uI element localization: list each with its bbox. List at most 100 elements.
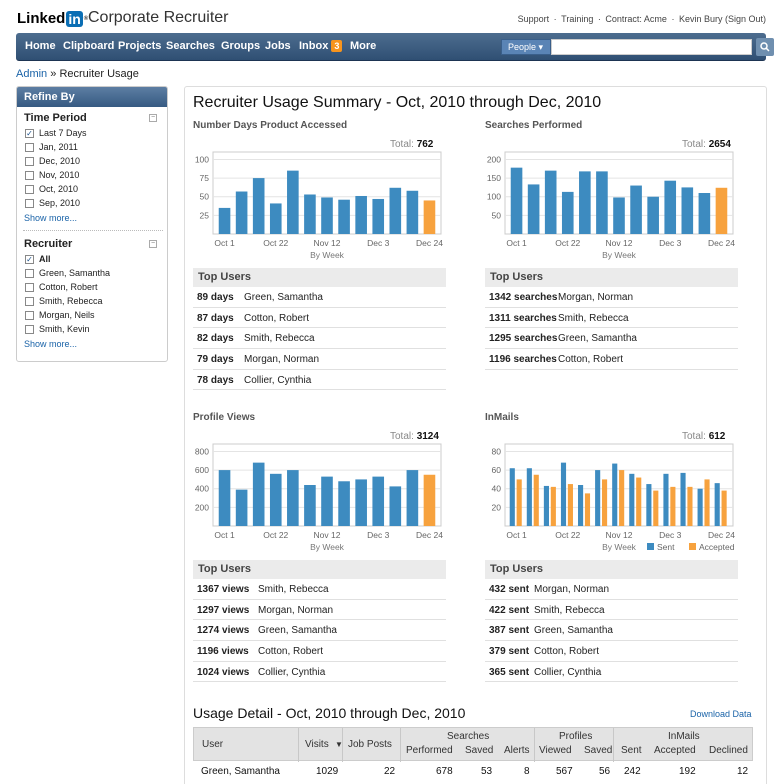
top-user-name[interactable]: Cotton, Robert — [244, 313, 309, 328]
bar[interactable] — [389, 187, 402, 234]
bar[interactable] — [715, 187, 728, 234]
bar[interactable] — [406, 470, 419, 526]
bar[interactable] — [423, 200, 436, 234]
bar[interactable] — [304, 194, 316, 234]
bar[interactable] — [636, 477, 642, 526]
top-user-name[interactable]: Green, Samantha — [534, 625, 613, 640]
top-user-name[interactable]: Cotton, Robert — [558, 354, 623, 369]
bar[interactable] — [681, 187, 694, 234]
col-job-posts[interactable]: Job Posts — [348, 739, 392, 750]
bar[interactable] — [595, 470, 601, 526]
list-item[interactable]: 1342 searches Morgan, Norman — [485, 287, 738, 308]
download-data-link[interactable]: Download Data — [690, 709, 752, 719]
list-item[interactable]: 365 sent Collier, Cynthia — [485, 662, 738, 683]
bar[interactable] — [663, 473, 669, 526]
checkbox[interactable] — [25, 324, 34, 334]
breadcrumb-admin[interactable]: Admin — [16, 68, 47, 80]
bar[interactable] — [560, 462, 567, 526]
top-user-name[interactable]: Smith, Rebecca — [534, 605, 605, 620]
list-item[interactable]: 87 days Cotton, Robert — [193, 308, 446, 329]
col-visits[interactable]: Visits — [305, 739, 329, 750]
bar[interactable] — [516, 479, 522, 526]
bar[interactable] — [235, 489, 248, 526]
checkbox[interactable] — [25, 296, 34, 306]
bar[interactable] — [269, 203, 282, 234]
top-user-name[interactable]: Cotton, Robert — [258, 646, 323, 661]
bar[interactable] — [714, 483, 720, 526]
bar[interactable] — [338, 199, 350, 234]
bar[interactable] — [372, 476, 385, 526]
list-item[interactable]: 78 days Collier, Cynthia — [193, 370, 446, 391]
list-item[interactable]: 1274 views Green, Samantha — [193, 620, 446, 642]
bar[interactable] — [372, 198, 385, 234]
col-accepted[interactable]: Accepted — [654, 745, 696, 756]
recruiter-option[interactable]: ✓ All — [25, 254, 51, 264]
top-user-name[interactable]: Green, Samantha — [558, 333, 637, 348]
top-user-name[interactable]: Morgan, Norman — [244, 354, 319, 369]
col-user[interactable]: User — [202, 739, 223, 750]
checkbox[interactable] — [25, 156, 34, 166]
list-item[interactable]: 1297 views Morgan, Norman — [193, 600, 446, 621]
bar[interactable] — [406, 190, 419, 234]
checkbox[interactable]: ✓ — [25, 128, 34, 138]
list-item[interactable]: 79 days Morgan, Norman — [193, 349, 446, 370]
time_period-option[interactable]: Dec, 2010 — [25, 156, 80, 166]
recruiter-option[interactable]: Green, Samantha — [25, 268, 110, 278]
bar[interactable] — [629, 473, 635, 526]
list-item[interactable]: 379 sent Cotton, Robert — [485, 641, 738, 662]
linkedin-logo[interactable]: Linked in ® — [17, 10, 88, 27]
bar[interactable] — [550, 486, 556, 526]
training-link[interactable]: Training — [561, 14, 593, 24]
search-input[interactable] — [551, 39, 752, 55]
bar[interactable] — [704, 479, 710, 526]
bar[interactable] — [561, 191, 574, 234]
search-button[interactable] — [756, 38, 774, 56]
support-link[interactable]: Support — [518, 14, 550, 24]
bar[interactable] — [321, 197, 333, 234]
top-user-name[interactable]: Green, Samantha — [258, 625, 337, 640]
bar[interactable] — [355, 479, 367, 526]
bar[interactable] — [687, 486, 693, 526]
bar[interactable] — [338, 481, 350, 526]
checkbox[interactable] — [25, 142, 34, 152]
checkbox[interactable]: ✓ — [25, 254, 34, 264]
list-item[interactable]: 387 sent Green, Samantha — [485, 620, 738, 642]
list-item[interactable]: 1196 searches Cotton, Robert — [485, 349, 738, 370]
bar[interactable] — [287, 170, 299, 234]
list-item[interactable]: 82 days Smith, Rebecca — [193, 328, 446, 350]
col-sent[interactable]: Sent — [621, 745, 642, 756]
bar[interactable] — [670, 486, 676, 526]
list-item[interactable]: 1196 views Cotton, Robert — [193, 641, 446, 662]
time_period-option[interactable]: Sep, 2010 — [25, 198, 80, 208]
time_period-option[interactable]: Nov, 2010 — [25, 170, 79, 180]
nav-jobs[interactable]: Jobs — [265, 40, 291, 52]
bar[interactable] — [613, 197, 625, 234]
top-user-name[interactable]: Collier, Cynthia — [534, 667, 601, 682]
top-user-name[interactable]: Smith, Rebecca — [244, 333, 315, 348]
bar[interactable] — [304, 485, 316, 526]
bar[interactable] — [646, 484, 652, 526]
checkbox[interactable] — [25, 282, 34, 292]
bar[interactable] — [721, 490, 727, 526]
bar[interactable] — [252, 462, 265, 526]
collapse-recruiter-icon[interactable]: − — [149, 240, 157, 248]
top-user-name[interactable]: Morgan, Norman — [534, 584, 609, 599]
recruiter-show-more[interactable]: Show more... — [24, 339, 77, 349]
bar[interactable] — [533, 474, 539, 526]
bar[interactable] — [584, 493, 591, 526]
top-user-name[interactable]: Cotton, Robert — [534, 646, 599, 661]
col-declined[interactable]: Declined — [709, 745, 748, 756]
sign-out-link[interactable]: Kevin Bury (Sign Out) — [679, 14, 766, 24]
bar[interactable] — [287, 470, 299, 526]
contract-link[interactable]: Contract: Acme — [605, 14, 667, 24]
list-item[interactable]: 1295 searches Green, Samantha — [485, 328, 738, 350]
time-period-show-more[interactable]: Show more... — [24, 213, 77, 223]
bar[interactable] — [510, 167, 523, 234]
time_period-option[interactable]: Jan, 2011 — [25, 142, 78, 152]
bar[interactable] — [218, 470, 231, 526]
bar[interactable] — [697, 488, 703, 526]
collapse-time-period-icon[interactable]: − — [149, 114, 157, 122]
bar[interactable] — [355, 195, 367, 234]
bar[interactable] — [321, 476, 333, 526]
recruiter-option[interactable]: Morgan, Neils — [25, 310, 95, 320]
